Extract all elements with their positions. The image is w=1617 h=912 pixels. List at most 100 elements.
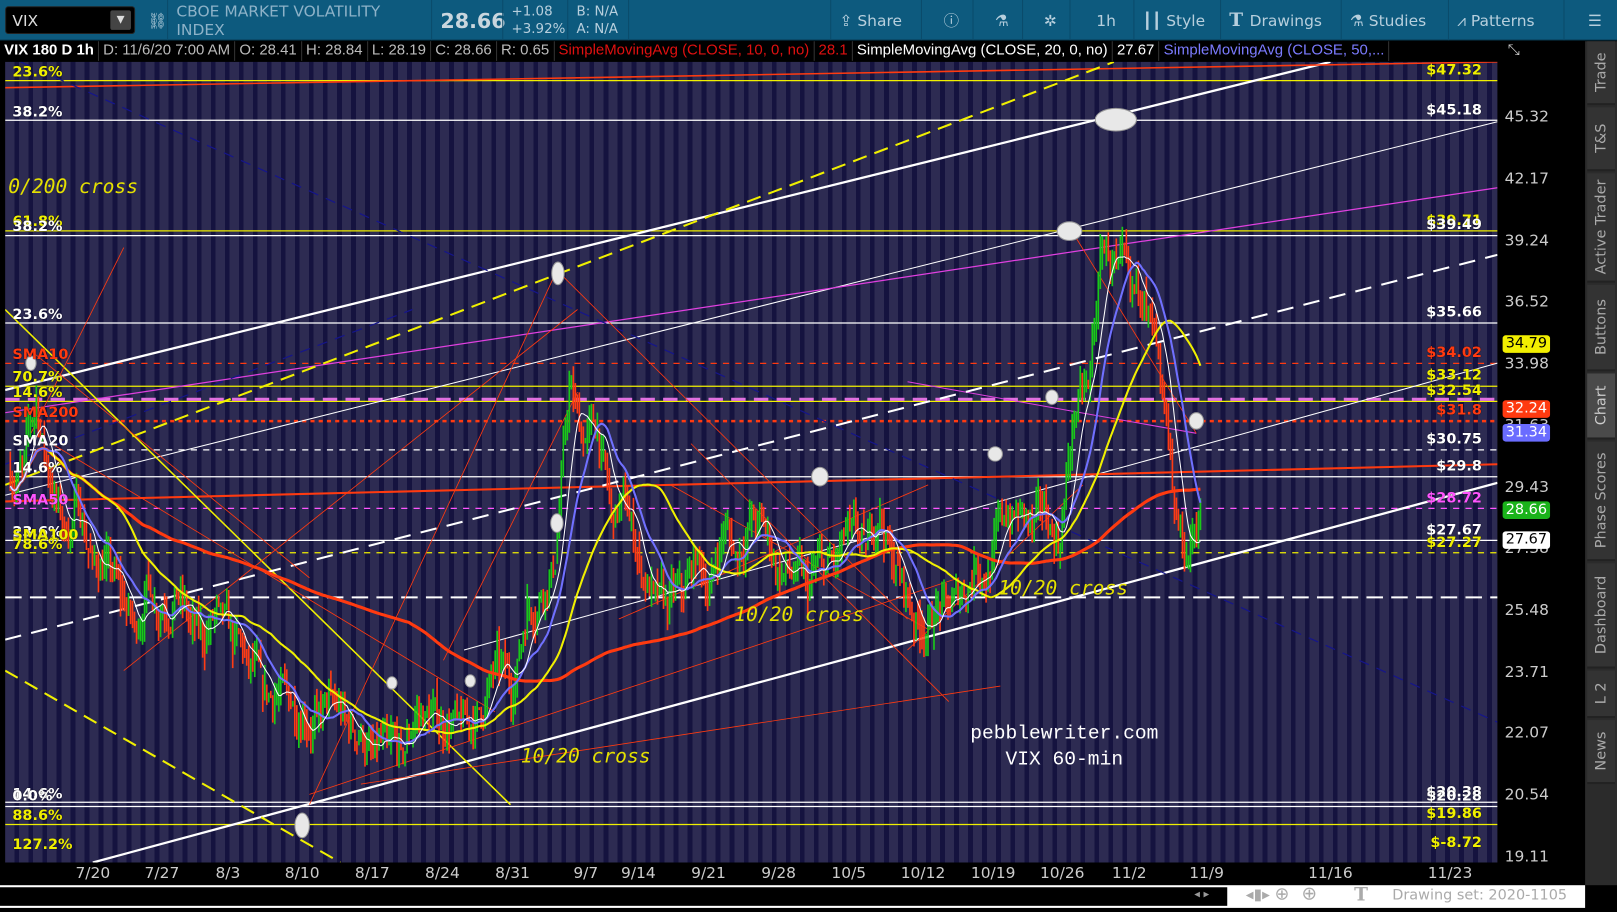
drawing-set-selector[interactable]: Drawing set: 2020-1105 bbox=[1392, 887, 1567, 904]
horizontal-scrollbar[interactable] bbox=[0, 887, 1228, 906]
date-axis-label: 9/28 bbox=[761, 863, 797, 883]
price-axis[interactable]: 45.3242.1739.2436.5233.9831.6329.4327.38… bbox=[1497, 61, 1586, 866]
fib-level-label: SMA20 bbox=[12, 433, 69, 450]
date-axis-label: 10/5 bbox=[831, 863, 867, 883]
level-price-label: $-8.72 bbox=[1430, 834, 1482, 852]
price-badge: 31.34 bbox=[1502, 424, 1551, 442]
date-axis-label: 11/2 bbox=[1111, 863, 1147, 883]
sma10-study-label[interactable]: SimpleMovingAvg (CLOSE, 10, 0, no) bbox=[554, 41, 815, 61]
sidebar-tab-label: Trade bbox=[1592, 52, 1610, 92]
price-axis-label: 42.17 bbox=[1504, 169, 1549, 188]
sma20-study-label[interactable]: SimpleMovingAvg (CLOSE, 20, 0, no) bbox=[853, 41, 1113, 61]
bar-range: R: 0.65 bbox=[497, 41, 555, 61]
date-axis-label: 7/20 bbox=[75, 863, 111, 883]
flask-icon[interactable]: ⚗ bbox=[972, 0, 1023, 41]
date-axis-label: 8/24 bbox=[425, 863, 460, 883]
date-axis-label: 8/31 bbox=[495, 863, 530, 883]
level-price-label: $34.02 bbox=[1426, 344, 1482, 362]
price-badge: 34.79 bbox=[1502, 334, 1551, 353]
sidebar-tab-label: Dashboard bbox=[1592, 575, 1610, 655]
sidebar-tab-label: News bbox=[1592, 731, 1610, 771]
date-axis-label: 8/17 bbox=[354, 863, 390, 883]
scroll-arrows-icon[interactable]: ◂ ▸ bbox=[1194, 887, 1209, 900]
expand-icon[interactable]: ⤡ bbox=[1504, 41, 1524, 61]
price-axis-label: 33.98 bbox=[1504, 354, 1549, 373]
sidebar-tab-label: Buttons bbox=[1592, 299, 1610, 356]
ask: A: N/A bbox=[576, 21, 618, 37]
date-axis-label: 11/9 bbox=[1189, 863, 1224, 883]
fib-level-label: 0.0% bbox=[12, 787, 53, 805]
gear-icon[interactable]: ✲ bbox=[1022, 0, 1069, 41]
symbol-description: CBOE MARKET VOLATILITY INDEX bbox=[167, 0, 430, 41]
text-t-icon[interactable]: T bbox=[1354, 884, 1368, 906]
info-icon[interactable]: ⓘ bbox=[920, 0, 973, 41]
sidebar-tab-l-2[interactable]: L 2 bbox=[1587, 670, 1616, 719]
pan-icon[interactable]: ◂▮▸ bbox=[1246, 885, 1270, 904]
price-axis-label: 25.48 bbox=[1504, 600, 1549, 620]
price-badge: 27.67 bbox=[1502, 531, 1551, 549]
sma20-value: 27.67 bbox=[1113, 41, 1160, 61]
price-axis-label: 45.32 bbox=[1504, 107, 1549, 126]
zoom-icon[interactable]: ⊕ bbox=[1302, 883, 1318, 905]
sidebar-tab-active-trader[interactable]: Active Trader bbox=[1587, 173, 1616, 283]
level-price-label: $35.66 bbox=[1426, 304, 1482, 321]
sidebar-tab-news[interactable]: News bbox=[1587, 720, 1616, 785]
timeframe-button[interactable]: 1h bbox=[1069, 0, 1133, 41]
price-axis-label: 23.71 bbox=[1504, 662, 1549, 681]
level-price-label: $29.8 bbox=[1436, 458, 1482, 475]
date-axis-label: 8/3 bbox=[215, 863, 241, 883]
date-axis-label: 9/7 bbox=[573, 863, 599, 883]
text-t-icon: T bbox=[1229, 9, 1250, 31]
date-axis-label: 10/19 bbox=[970, 863, 1016, 883]
level-price-label: $27.27 bbox=[1426, 534, 1482, 551]
annotation-cross: 10/20 cross bbox=[998, 576, 1129, 600]
sidebar-tab-phase-scores[interactable]: Phase Scores bbox=[1587, 441, 1616, 562]
fib-level-label: 78.6% bbox=[12, 536, 63, 553]
symbol-value: VIX bbox=[12, 11, 39, 30]
price-chart[interactable] bbox=[5, 61, 1498, 863]
sma50-study-label[interactable]: SimpleMovingAvg (CLOSE, 50,... bbox=[1160, 41, 1390, 61]
patterns-button[interactable]: ⩘ Patterns bbox=[1447, 0, 1564, 41]
menu-icon[interactable]: ☰ bbox=[1563, 0, 1617, 41]
date-axis[interactable]: 7/20 7/27 8/3 8/10 8/17 8/24 8/31 9/7 9/14 9/21 9/… bbox=[0, 862, 1586, 884]
fib-level-label: 23.6% bbox=[12, 306, 63, 323]
style-button[interactable]: ┃┃ Style bbox=[1133, 0, 1220, 41]
date-axis-label: 11/23 bbox=[1427, 863, 1473, 883]
fib-level-label: 14.6% bbox=[12, 384, 63, 402]
percent-change: +3.92% bbox=[511, 21, 566, 37]
bid: B: N/A bbox=[576, 3, 619, 20]
studies-button[interactable]: ⚗ Studies bbox=[1340, 0, 1448, 41]
annotation-cross: 0/200 cross bbox=[8, 175, 139, 199]
bar-high: H: 28.84 bbox=[302, 41, 368, 61]
drawings-button[interactable]: T Drawings bbox=[1220, 0, 1341, 41]
fib-level-label: 38.2% bbox=[12, 103, 63, 121]
bar-date: D: 11/6/20 7:00 AM bbox=[99, 41, 236, 61]
symbol-selector[interactable]: VIX ▼ bbox=[5, 6, 136, 35]
price-axis-label: 22.07 bbox=[1504, 723, 1549, 743]
chevron-down-icon[interactable]: ▼ bbox=[110, 10, 131, 30]
sidebar-tab-buttons[interactable]: Buttons bbox=[1587, 284, 1616, 372]
annotation-cross: 10/20 cross bbox=[520, 744, 651, 768]
bar-low: L: 28.19 bbox=[368, 41, 432, 61]
watermark-site: pebblewriter.com bbox=[970, 722, 1159, 745]
fib-level-label: 38.2% bbox=[12, 219, 63, 236]
sidebar-tab-t-s[interactable]: T&S bbox=[1587, 107, 1616, 172]
last-price: 28.66 bbox=[431, 0, 506, 41]
price-axis-label: 39.24 bbox=[1504, 230, 1549, 250]
share-button[interactable]: ⇪ Share bbox=[830, 0, 921, 41]
sidebar-tab-chart[interactable]: Chart bbox=[1587, 373, 1616, 440]
level-price-label: $30.75 bbox=[1426, 431, 1482, 448]
level-price-label: $28.72 bbox=[1426, 489, 1482, 507]
bar-close: C: 28.66 bbox=[431, 41, 497, 61]
fib-level-label: 70.7% bbox=[12, 369, 63, 387]
sidebar-tab-dashboard[interactable]: Dashboard bbox=[1587, 563, 1616, 669]
date-axis-label: 9/21 bbox=[691, 863, 726, 883]
date-axis-label: 10/26 bbox=[1039, 863, 1085, 883]
date-axis-label: 8/10 bbox=[284, 863, 320, 883]
sidebar-tab-trade[interactable]: Trade bbox=[1587, 41, 1616, 106]
fib-level-label: 14.6% bbox=[12, 460, 63, 477]
date-axis-label: 11/16 bbox=[1308, 863, 1353, 883]
link-icon[interactable]: ⛓ bbox=[139, 0, 167, 40]
crosshair-icon[interactable]: ⊕ bbox=[1275, 884, 1290, 905]
level-price-label: $31.8 bbox=[1436, 402, 1482, 420]
